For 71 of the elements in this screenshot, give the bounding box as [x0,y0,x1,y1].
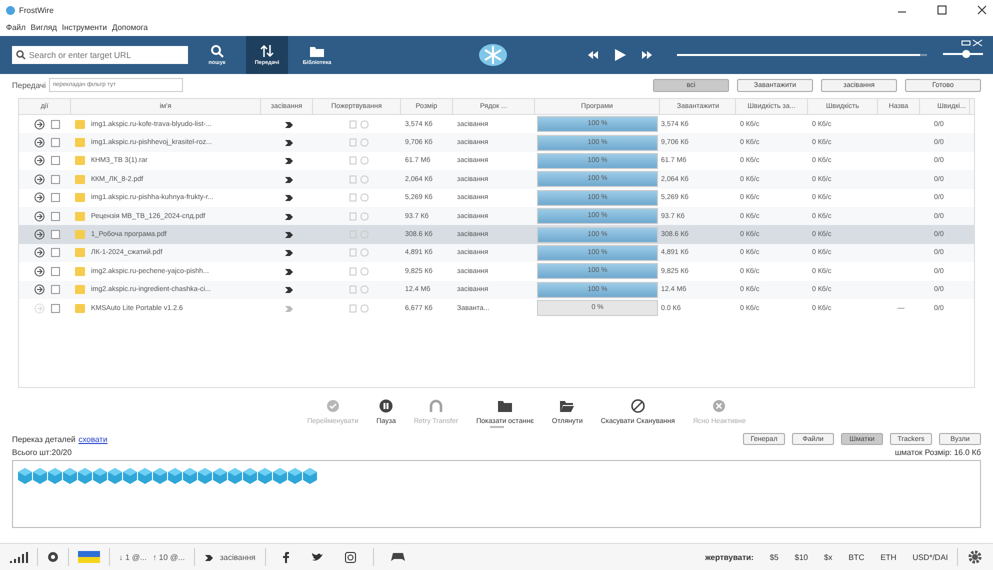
donate-link[interactable]: USD*/DAI [912,552,948,562]
checkbox-icon[interactable] [51,138,60,148]
seeding-icon [204,552,214,562]
magnet-icon [428,399,444,413]
share-icon[interactable] [34,284,45,296]
checkbox-icon[interactable] [51,248,60,258]
clear-icon [711,399,728,413]
checkbox-icon[interactable] [51,156,60,166]
checkbox-icon[interactable] [51,193,60,202]
checkbox-icon[interactable] [51,266,60,276]
menu-item[interactable]: Інструменти [62,22,107,32]
cancel-icon [630,399,646,413]
checkbox-icon[interactable] [51,212,60,221]
share-icon[interactable] [34,155,45,166]
donate-link[interactable]: $x [824,552,832,562]
piece-size: шматок Розмір: 16.0 Кб [894,448,981,456]
app-logo-icon [6,6,15,14]
donate-link[interactable]: ETH [880,552,896,562]
camera-icon[interactable] [344,552,356,562]
maximize-icon[interactable] [937,5,947,15]
filter-label: Передачі [12,80,46,90]
folder-icon [309,44,325,58]
next-track-icon[interactable] [641,50,653,60]
search-field[interactable]: Search or enter target URL [12,46,188,64]
menu-item[interactable]: Допомога [112,22,148,32]
share-icon[interactable] [34,174,45,185]
share-icon[interactable] [34,118,45,130]
seeding-status[interactable]: засівання [220,552,256,562]
pieces-total: Всього шт:20/20 [12,448,72,456]
details-label: Переказ деталей [12,434,76,444]
window-title: FrostWire [19,6,54,14]
previous-track-icon[interactable] [587,50,599,60]
upload-speed: ↑ 10 @... [152,552,185,562]
chat-icon[interactable] [47,551,59,563]
signal-icon [10,552,28,562]
bird-icon[interactable] [310,552,322,562]
share-icon[interactable] [34,266,45,277]
share-icon[interactable] [34,192,45,204]
hide-link[interactable]: сховати [78,434,108,444]
gamepad-icon[interactable] [390,552,404,562]
play-icon[interactable] [613,48,627,62]
share-icon[interactable] [34,247,45,258]
donate-link[interactable]: BTC [848,552,864,562]
facebook-icon[interactable] [282,552,288,562]
search-icon [210,44,224,58]
volume-slider[interactable] [943,49,983,59]
folder-icon [497,399,514,413]
checkbox-icon[interactable] [51,174,60,184]
donate-label: жертвувати: [705,552,754,562]
pause-icon [378,399,394,413]
settings-icon[interactable] [967,549,983,565]
repeat-shuffle-icon[interactable] [961,39,983,47]
folder-open-icon [559,399,576,413]
donate-link[interactable]: $5 [770,552,779,562]
checkbox-icon[interactable] [51,120,60,129]
share-icon[interactable] [34,210,45,222]
menu-item[interactable]: Файл [6,22,26,32]
donate-link[interactable]: $10 [794,552,808,562]
menu-item[interactable]: Вигляд [30,22,57,32]
download-speed: ↓ 1 @... [119,552,147,562]
transfer-arrows-icon [260,44,274,58]
checkbox-icon[interactable] [51,304,60,313]
close-icon[interactable] [977,5,987,15]
share-icon[interactable] [34,229,45,240]
flag-icon[interactable] [78,551,100,563]
snowflake-logo-icon [478,43,508,67]
check-icon [324,399,341,413]
checkbox-icon[interactable] [51,230,60,240]
checkbox-icon[interactable] [51,285,60,294]
search-icon [16,50,26,60]
share-icon[interactable] [34,137,45,148]
